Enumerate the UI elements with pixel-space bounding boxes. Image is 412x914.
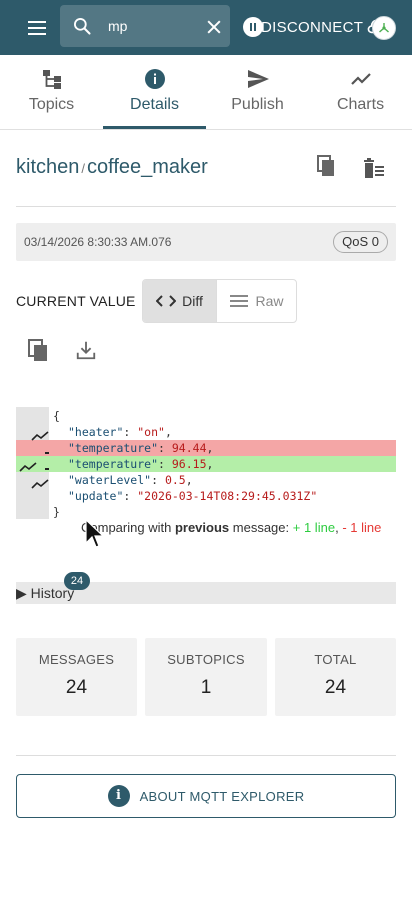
json-key: "temperature" bbox=[68, 457, 159, 471]
code-text: } bbox=[53, 505, 60, 519]
json-key: "waterLevel" bbox=[68, 473, 152, 487]
stat-value: 1 bbox=[200, 677, 212, 698]
view-mode-toggle: Diff Raw bbox=[142, 279, 297, 323]
diff-line: "heater": "on", bbox=[68, 425, 172, 439]
mouse-cursor-icon bbox=[85, 519, 105, 548]
stat-label: MESSAGES bbox=[38, 652, 115, 667]
about-label: ABOUT MQTT EXPLORER bbox=[139, 788, 305, 804]
disconnect-button[interactable]: DISCONNECT bbox=[243, 16, 363, 38]
connection-graph-icon bbox=[379, 23, 389, 33]
search-box[interactable] bbox=[60, 5, 230, 47]
summary-compare-target: previous bbox=[174, 520, 230, 535]
delete-topic-icon[interactable] bbox=[362, 157, 386, 181]
menu-button[interactable] bbox=[22, 15, 54, 41]
diff-view-button[interactable]: Diff bbox=[143, 280, 217, 322]
stat-value: 24 bbox=[65, 677, 88, 698]
topics-icon bbox=[42, 70, 61, 89]
about-button[interactable]: i ABOUT MQTT EXPLORER bbox=[16, 774, 396, 818]
sparkline-icon[interactable] bbox=[19, 461, 37, 473]
diff-line: } bbox=[53, 504, 60, 520]
tab-topics-label: Topics bbox=[28, 96, 75, 113]
tab-bar: Topics Details Publish Charts bbox=[0, 55, 412, 130]
json-value: "2026-03-14T08:29:45.031Z" bbox=[137, 489, 318, 503]
summary-added: + 1 line bbox=[292, 520, 336, 535]
json-value: 96.15 bbox=[171, 457, 207, 471]
sparkline-icon[interactable] bbox=[31, 430, 49, 442]
removed-marker bbox=[45, 452, 49, 454]
stat-total: TOTAL 24 bbox=[275, 638, 396, 716]
qos-badge: QoS 0 bbox=[333, 231, 388, 253]
summary-middle: message: bbox=[232, 520, 290, 535]
json-value: 0.5 bbox=[164, 473, 186, 487]
divider bbox=[16, 755, 396, 756]
added-marker bbox=[45, 468, 49, 470]
topic-separator: / bbox=[81, 161, 85, 176]
message-timestamp: 03/14/2026 8:30:33 AM.076 bbox=[24, 235, 172, 249]
active-tab-indicator bbox=[103, 126, 206, 129]
info-icon bbox=[144, 69, 165, 89]
pause-icon bbox=[243, 17, 263, 37]
stat-label: TOTAL bbox=[314, 652, 357, 667]
diff-summary: Comparing with previous message: + 1 lin… bbox=[81, 520, 381, 535]
history-count-badge: 24 bbox=[64, 572, 90, 590]
diff-line: "waterLevel": 0.5, bbox=[68, 473, 193, 487]
message-meta: 03/14/2026 8:30:33 AM.076 QoS 0 bbox=[16, 223, 396, 261]
tab-charts-label: Charts bbox=[336, 96, 385, 113]
diff-line: "update": "2026-03-14T08:29:45.031Z" bbox=[68, 489, 318, 503]
divider bbox=[16, 206, 396, 207]
stat-label: SUBTOPICS bbox=[167, 652, 245, 667]
json-tail: , bbox=[206, 457, 214, 471]
diff-line: { bbox=[53, 408, 60, 424]
topic-parent[interactable]: kitchen bbox=[16, 156, 79, 178]
tab-charts[interactable]: Charts bbox=[309, 55, 412, 130]
clear-search-icon[interactable] bbox=[204, 17, 224, 37]
search-icon bbox=[74, 18, 91, 35]
diff-line: "temperature": 94.44, bbox=[68, 441, 214, 455]
topic-breadcrumb: kitchen / coffee_maker bbox=[16, 156, 208, 179]
json-tail: , bbox=[164, 425, 172, 439]
tab-topics[interactable]: Topics bbox=[0, 55, 103, 130]
tab-publish[interactable]: Publish bbox=[206, 55, 309, 130]
chart-icon bbox=[350, 73, 371, 85]
json-tail: , bbox=[185, 473, 193, 487]
json-key: "update" bbox=[68, 489, 124, 503]
disconnect-label: DISCONNECT bbox=[261, 18, 364, 36]
json-tail: , bbox=[206, 441, 214, 455]
tab-details[interactable]: Details bbox=[103, 55, 206, 130]
history-panel[interactable]: ▶ History 24 bbox=[16, 572, 396, 604]
stat-messages: MESSAGES 24 bbox=[16, 638, 137, 716]
copy-value-icon[interactable] bbox=[27, 338, 51, 362]
diff-line: "temperature": 96.15, bbox=[68, 457, 214, 471]
code-text: { bbox=[53, 409, 60, 423]
lines-icon bbox=[230, 295, 249, 307]
summary-removed: - 1 line bbox=[342, 520, 382, 535]
send-icon bbox=[247, 70, 269, 88]
stat-value: 24 bbox=[324, 677, 347, 698]
app-bar: DISCONNECT bbox=[0, 0, 412, 55]
code-icon bbox=[156, 295, 177, 307]
diff-label: Diff bbox=[182, 293, 203, 309]
diff-view: { "heater": "on", "temperature": 94.44, … bbox=[16, 407, 396, 519]
json-key: "temperature" bbox=[68, 441, 159, 455]
stat-subtopics: SUBTOPICS 1 bbox=[145, 638, 267, 716]
history-label: ▶ History bbox=[16, 585, 75, 601]
raw-view-button[interactable]: Raw bbox=[217, 280, 296, 322]
tab-details-label: Details bbox=[130, 96, 179, 113]
json-value: "on" bbox=[137, 425, 165, 439]
json-value: 94.44 bbox=[171, 441, 207, 455]
summary-separator: , bbox=[335, 520, 339, 535]
download-icon[interactable] bbox=[75, 339, 97, 361]
copy-topic-icon[interactable] bbox=[314, 154, 338, 178]
tab-publish-label: Publish bbox=[231, 96, 284, 113]
sparkline-icon[interactable] bbox=[31, 478, 49, 490]
search-input[interactable] bbox=[108, 16, 198, 36]
avatar[interactable] bbox=[372, 16, 396, 40]
raw-label: Raw bbox=[255, 293, 284, 309]
current-value-label: CURRENT VALUE bbox=[16, 293, 136, 309]
json-key: "heater" bbox=[68, 425, 124, 439]
info-icon: i bbox=[107, 785, 130, 807]
topic-name[interactable]: coffee_maker bbox=[87, 156, 208, 178]
